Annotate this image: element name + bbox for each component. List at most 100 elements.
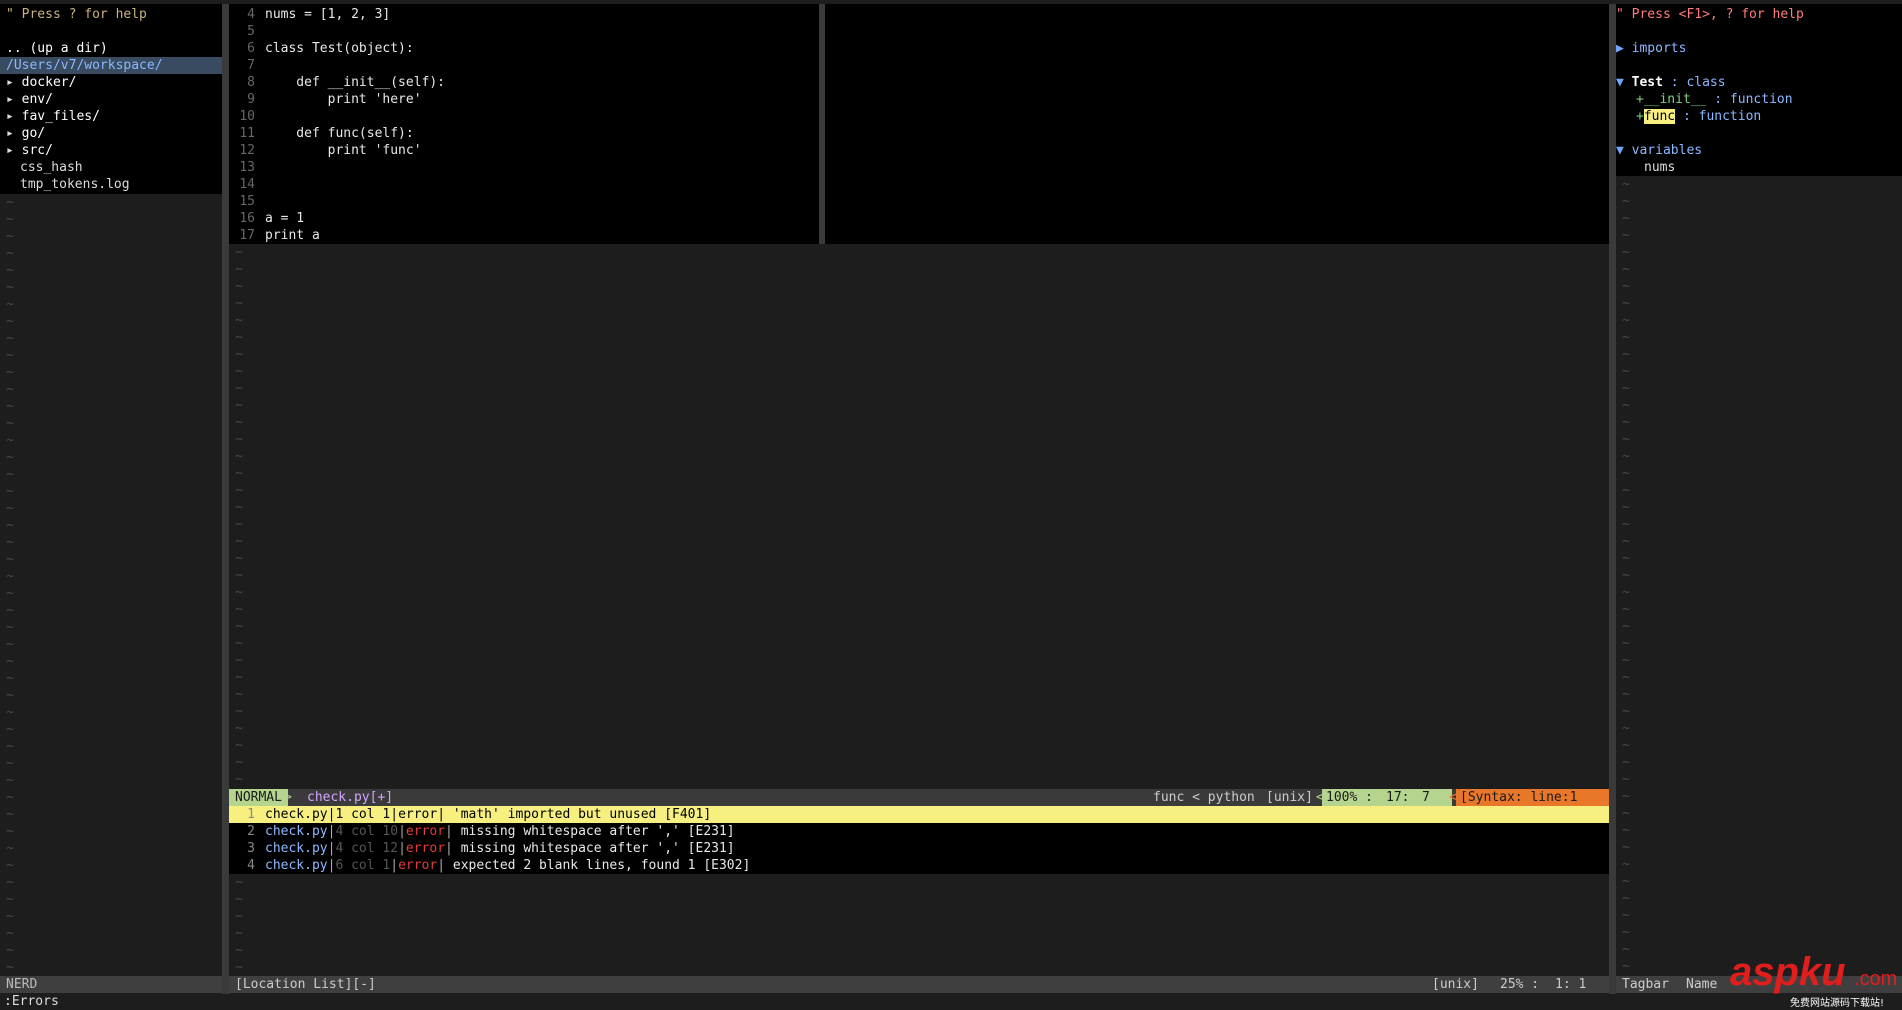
error-index: 3 [247,841,255,856]
empty-line-marker: ~ [6,960,14,974]
code-text: print 'func' [265,143,422,158]
empty-line-marker: ~ [6,382,14,397]
empty-line-marker: ~ [6,535,14,550]
empty-line-marker: ~ [1622,772,1630,787]
pipe-separator: | [390,858,399,873]
empty-line-marker: ~ [6,586,14,601]
code-line[interactable]: 9 print 'here' [229,91,421,108]
pipe-separator: | [390,807,399,822]
file-format: [unix] [1266,790,1313,805]
tree-file-css-hash[interactable]: css_hash [20,159,83,176]
editor-pane[interactable]: 4 nums = [1, 2, 3] 5 6 class Test(object): 7 8… [229,4,1609,790]
line-number: 4 [247,7,255,22]
empty-line-marker: ~ [235,926,243,941]
code-text: a = 1 [265,211,305,226]
empty-line-marker: ~ [1622,517,1630,532]
location-list-pane[interactable]: 1 check.py|1 col 1|error| 'math' imported… [229,806,1609,974]
code-line[interactable]: 13 [229,159,265,176]
command-line[interactable]: :Errors [4,993,59,1010]
empty-line-marker: ~ [1622,942,1630,957]
empty-line-marker: ~ [6,620,14,635]
empty-line-marker: ~ [235,517,243,532]
empty-line-marker: ~ [1622,670,1630,685]
error-file: check.py [265,858,328,873]
line-number: 16 [239,211,255,226]
empty-line-marker: ~ [6,909,14,924]
empty-line-marker: ~ [6,263,14,278]
empty-line-marker: ~ [235,483,243,498]
editor-statusline: NORMAL > check.py[+] func < python [unix… [229,789,1609,822]
empty-line-marker: ~ [1622,925,1630,940]
code-line[interactable]: 16 a = 1 [229,210,304,227]
empty-line-marker: ~ [6,229,14,244]
tree-dir-src[interactable]: ▸ src/ [6,142,53,159]
empty-line-marker: ~ [235,755,243,770]
empty-line-marker: ~ [6,365,14,380]
empty-line-marker: ~ [6,416,14,431]
line-number: 13 [239,160,255,175]
tagbar-var-nums[interactable]: nums [1644,159,1675,176]
vertical-split-left[interactable] [222,4,229,994]
code-line[interactable]: 6 class Test(object): [229,40,414,57]
tree-dir-docker[interactable]: ▸ docker/ [6,74,76,91]
tagbar-member-init[interactable]: +__init__ : function [1636,91,1793,108]
empty-line-marker: ~ [6,739,14,754]
error-row[interactable]: 1 check.py|1 col 1|error| 'math' imported… [229,806,1609,823]
empty-line-marker: ~ [235,500,243,515]
tree-dir-fav-files[interactable]: ▸ fav_files/ [6,108,100,125]
code-line[interactable]: 10 [229,108,265,125]
code-line[interactable]: 7 [229,57,265,74]
vertical-split-right[interactable] [1609,4,1616,994]
error-row[interactable]: 2 check.py|4 col 10|error| missing whites… [229,823,1609,840]
empty-line-marker: ~ [1622,296,1630,311]
error-kind: error [405,824,446,839]
code-line[interactable]: 11 def func(self): [229,125,413,142]
tagbar-pane[interactable]: " Press <F1>, ? for help ▶ imports ▼ Tes… [1616,4,1902,974]
nerdtree-statusline: NERD [0,976,222,993]
error-location: 1 col 1 [335,807,391,822]
empty-line-marker: ~ [6,773,14,788]
empty-line-marker: ~ [6,688,14,703]
empty-line-marker: ~ [6,348,14,363]
empty-line-marker: ~ [1622,551,1630,566]
empty-line-marker: ~ [6,926,14,941]
code-line[interactable]: 15 [229,193,265,210]
empty-line-marker: ~ [1622,483,1630,498]
line-number: 12 [239,143,255,158]
tagbar-member-func[interactable]: +func : function [1636,108,1761,125]
tree-dir-env[interactable]: ▸ env/ [6,91,53,108]
expand-arrow-icon: ▸ [6,143,22,158]
tree-dir-go[interactable]: ▸ go/ [6,125,45,142]
empty-line-marker: ~ [6,705,14,720]
error-index: 4 [247,858,255,873]
code-line[interactable]: 14 [229,176,265,193]
up-dir-item[interactable]: .. (up a dir) [6,40,108,57]
empty-line-marker: ~ [1622,415,1630,430]
code-line[interactable]: 5 [229,23,265,40]
tree-file-tmp-tokens[interactable]: tmp_tokens.log [20,176,130,193]
cwd-path[interactable]: /Users/v7/workspace/ [0,57,222,74]
syntax-status[interactable]: [Syntax: line:1 (4)] [1456,789,1609,822]
empty-line-marker: ~ [235,313,243,328]
function-context: func < python [1153,790,1255,805]
empty-line-marker: ~ [1622,177,1630,192]
expand-arrow-icon: ▸ [6,75,22,90]
tagbar-variables-group[interactable]: ▼ variables [1616,142,1702,159]
empty-line-marker: ~ [1622,585,1630,600]
code-line[interactable]: 8 def __init__(self): [229,74,445,91]
tagbar-class-group[interactable]: ▼ Test : class [1616,74,1726,91]
code-line[interactable]: 17 print a [229,227,319,244]
percent-indicator: 100% : [1326,790,1373,805]
empty-line-marker: ~ [6,841,14,856]
watermark-logo: aspku .com 免费网站源码下载站! [1730,950,1898,1009]
tagbar-imports-group[interactable]: ▶ imports [1616,40,1686,57]
nerdtree-pane[interactable]: " Press ? for help .. (up a dir) /Users/… [0,4,222,974]
error-row[interactable]: 3 check.py|4 col 12|error| missing whites… [229,840,1609,857]
empty-line-marker: ~ [1622,602,1630,617]
code-line[interactable]: 12 print 'func' [229,142,422,159]
error-row[interactable]: 4 check.py|6 col 1|error| expected 2 blan… [229,857,1609,874]
expand-arrow-icon: ▸ [6,126,22,141]
empty-line-marker: ~ [6,314,14,329]
code-line[interactable]: 4 nums = [1, 2, 3] [229,6,390,23]
current-file[interactable]: check.py[+] [307,789,393,806]
